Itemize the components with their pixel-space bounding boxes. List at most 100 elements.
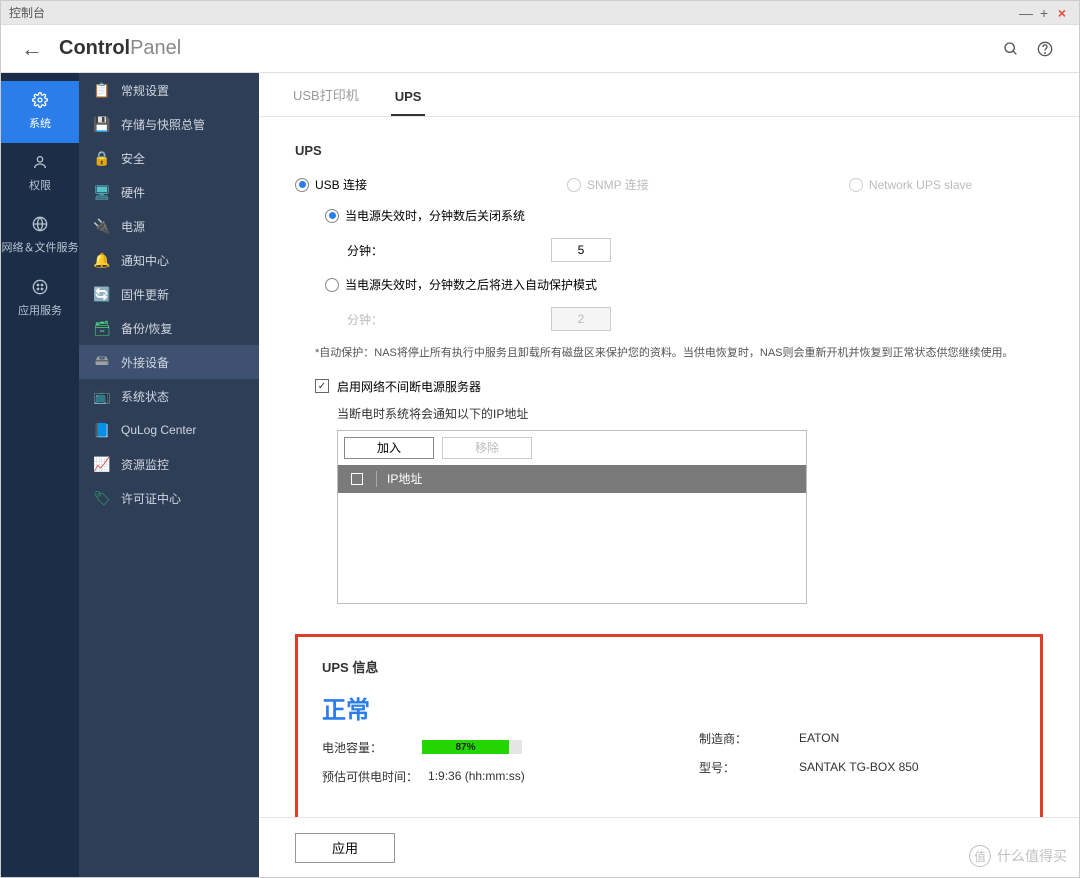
th-ip: IP地址 [377, 470, 422, 487]
log-icon: 📘 [93, 421, 111, 439]
content: USB打印机 UPS UPS USB 连接 SNMP 连接 [259, 73, 1079, 877]
license-icon: 🏷 [93, 489, 111, 507]
battery-row: 电池容量： 87% [322, 739, 639, 756]
bell-icon: 🔔 [93, 251, 111, 269]
nav-network[interactable]: 网络＆文件服务 [1, 205, 79, 267]
radio-protect[interactable]: 当电源失效时，分钟数之后将进入自动保护模式 [325, 276, 597, 293]
ip-table: 加入 移除 IP地址 [337, 430, 807, 604]
scroll-area[interactable]: UPS USB 连接 SNMP 连接 Network UPS slave [259, 117, 1079, 817]
plug-icon: 🔌 [93, 217, 111, 235]
sidebar-item-label: 常规设置 [121, 82, 169, 99]
minutes-label: 分钟： [347, 242, 383, 259]
radio-bullet-icon [567, 178, 581, 192]
sidebar-item-label: 通知中心 [121, 252, 169, 269]
clipboard-icon: 📋 [93, 81, 111, 99]
page-title: ControlPanel [59, 37, 181, 60]
tab-usb-printer[interactable]: USB打印机 [289, 85, 363, 116]
sidebar-item-8[interactable]: 🖴外接设备 [79, 345, 259, 379]
table-body [338, 493, 806, 603]
add-button[interactable]: 加入 [344, 437, 434, 459]
help-icon[interactable] [1031, 35, 1059, 63]
model-row: 型号： SANTAK TG-BOX 850 [699, 759, 1016, 776]
radio-bullet-icon [325, 209, 339, 223]
disk-icon: 💾 [93, 115, 111, 133]
radio-bullet-icon [325, 278, 339, 292]
runtime-row: 预估可供电时间： 1:9:36 (hh:mm:ss) [322, 768, 639, 785]
sidebar-item-1[interactable]: 💾 存储与快照总管 [79, 107, 259, 141]
sidebar-item-label: 系统状态 [121, 388, 169, 405]
minutes-row: 分钟： [347, 238, 1043, 262]
checkbox-icon[interactable] [315, 379, 329, 393]
device-icon: 🖥 [93, 183, 111, 201]
sidebar-item-10[interactable]: 📘 QuLog Center [79, 413, 259, 447]
search-icon[interactable] [997, 35, 1025, 63]
sidebar-item-label: 资源监控 [121, 456, 169, 473]
shutdown-row: 当电源失效时，分钟数后关闭系统 [325, 207, 1043, 224]
sidebar-item-label: 许可证中心 [121, 490, 181, 507]
update-icon: 🔄 [93, 285, 111, 303]
sidebar-item-label: 存储与快照总管 [121, 116, 205, 133]
sidebar-item-label: 固件更新 [121, 286, 169, 303]
apply-button[interactable]: 应用 [295, 833, 395, 863]
sidebar-item-5[interactable]: 🔔 通知中心 [79, 243, 259, 277]
minutes-label: 分钟： [347, 311, 383, 328]
battery-fill: 87% [422, 740, 509, 754]
window-title: 控制台 [9, 4, 45, 21]
external-icon: 🖴 [93, 353, 111, 371]
sidebar-item-label: QuLog Center [121, 423, 196, 437]
window-titlebar: 控制台 — + × [1, 1, 1079, 25]
restore-icon: 🗃 [93, 319, 111, 337]
sidebar-item-label: 安全 [121, 150, 145, 167]
window-maximize-button[interactable]: + [1035, 5, 1053, 21]
remove-button: 移除 [442, 437, 532, 459]
sidebar-item-12[interactable]: 🏷 许可证中心 [79, 481, 259, 515]
minutes-row-disabled: 分钟： [347, 307, 1043, 331]
primary-nav: 系统 权限 网络＆文件服务 应用服务 [1, 73, 79, 877]
user-icon [32, 153, 48, 176]
minutes-input-disabled [551, 307, 611, 331]
header-checkbox[interactable] [338, 473, 376, 485]
sidebar-item-11[interactable]: 📈 资源监控 [79, 447, 259, 481]
monitor-icon: 📺 [93, 387, 111, 405]
ip-description: 当断电时系统将会通知以下的IP地址 [337, 405, 1043, 422]
window-close-button[interactable]: × [1053, 5, 1071, 21]
sidebar-item-label: 电源 [121, 218, 145, 235]
sidebar-item-0[interactable]: 📋 常规设置 [79, 73, 259, 107]
back-button[interactable]: ← [21, 36, 43, 62]
header: ← ControlPanel [1, 25, 1079, 73]
radio-shutdown[interactable]: 当电源失效时，分钟数后关闭系统 [325, 207, 525, 224]
sidebar-item-7[interactable]: 🗃 备份/恢复 [79, 311, 259, 345]
sidebar-item-9[interactable]: 📺 系统状态 [79, 379, 259, 413]
sidebar-item-3[interactable]: 🖥 硬件 [79, 175, 259, 209]
radio-slave: Network UPS slave [849, 178, 972, 192]
protect-row: 当电源失效时，分钟数之后将进入自动保护模式 [325, 276, 1043, 293]
grid-icon [32, 278, 48, 301]
chart-icon: 📈 [93, 455, 111, 473]
tab-ups[interactable]: UPS [391, 89, 426, 116]
ups-info-title: UPS 信息 [322, 657, 1016, 676]
ups-status: 正常 [322, 690, 639, 725]
connection-mode-row: USB 连接 SNMP 连接 Network UPS slave [295, 176, 1043, 193]
radio-bullet-icon [849, 178, 863, 192]
sidebar-item-label: 硬件 [121, 184, 145, 201]
lock-icon: 🔒 [93, 149, 111, 167]
sidebar-item-6[interactable]: 🔄 固件更新 [79, 277, 259, 311]
enable-server-row[interactable]: 启用网络不间断电源服务器 [315, 378, 1043, 395]
globe-icon [32, 215, 48, 238]
nav-permissions[interactable]: 权限 [1, 143, 79, 205]
nav-apps[interactable]: 应用服务 [1, 268, 79, 330]
tabs: USB打印机 UPS [259, 73, 1079, 117]
window-minimize-button[interactable]: — [1017, 5, 1035, 21]
nav-system[interactable]: 系统 [1, 81, 79, 143]
watermark-icon: 值 [969, 845, 991, 867]
sidebar-item-label: 备份/恢复 [121, 320, 172, 337]
minutes-input[interactable] [551, 238, 611, 262]
sidebar-item-4[interactable]: 🔌 电源 [79, 209, 259, 243]
radio-usb[interactable]: USB 连接 [295, 176, 367, 193]
gear-icon [32, 91, 48, 114]
sidebar-item-2[interactable]: 🔒 安全 [79, 141, 259, 175]
ups-info-box: UPS 信息 正常 电池容量： 87% 预估可供电时间： [295, 634, 1043, 818]
auto-protect-note: *自动保护：NAS将停止所有执行中服务且卸载所有磁盘区来保护您的资料。当供电恢复… [315, 345, 1043, 362]
sidebar: 📋 常规设置 💾 存储与快照总管 🔒 安全 🖥 硬件 🔌 电源 🔔 通知中心 🔄 固件更新 🗃 备份/恢复 🖴外… [79, 73, 259, 877]
table-header: IP地址 [338, 465, 806, 493]
